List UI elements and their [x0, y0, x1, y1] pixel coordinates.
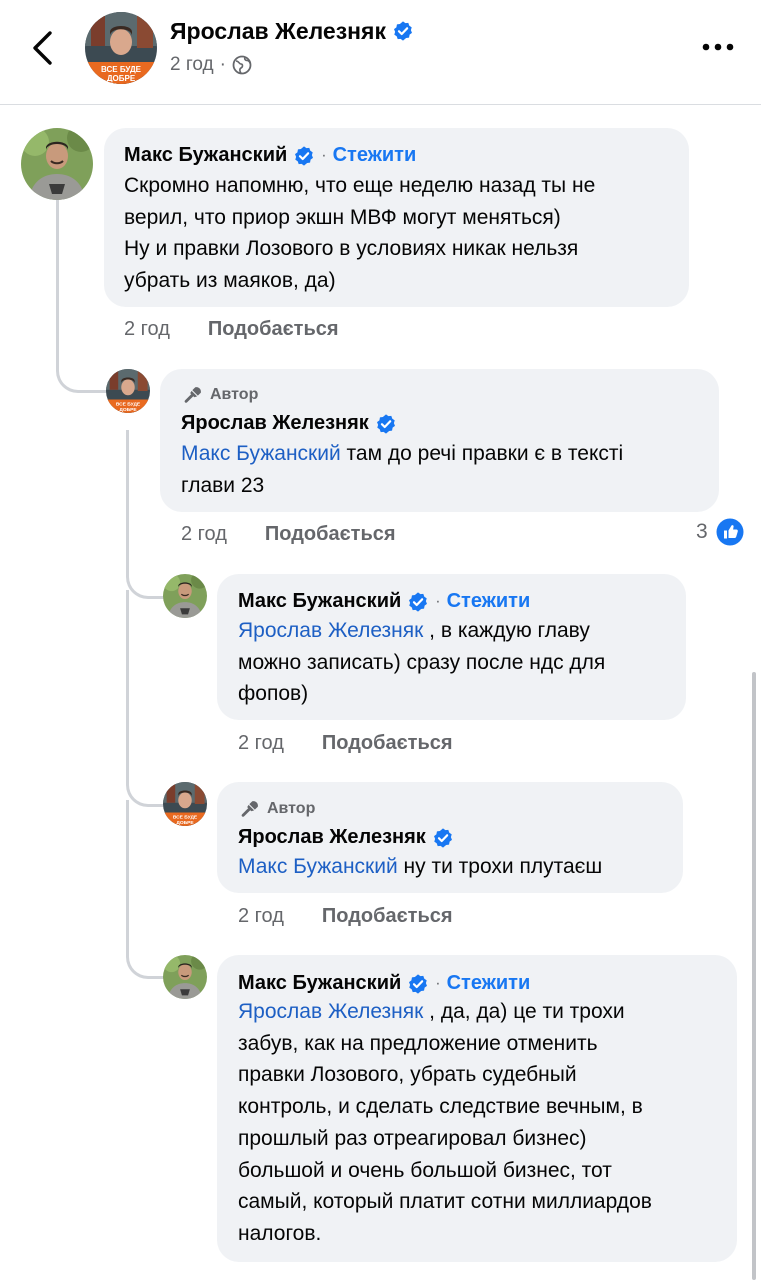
verified-badge-icon [293, 145, 315, 167]
post-time[interactable]: 2 год [170, 54, 214, 76]
comment-header: Макс Бужанский · Стежити [238, 590, 530, 613]
comment-line: верил, что приор экшн МВФ могут меняться… [124, 205, 561, 229]
header-divider [0, 104, 761, 105]
comment-line-rest: там до речі правки є в тексті [340, 442, 624, 465]
author-avatar[interactable] [85, 12, 157, 84]
mention-link[interactable]: Ярослав Железняк [238, 619, 423, 642]
separator-dot: · [321, 146, 327, 164]
microphone-icon [239, 798, 261, 820]
author-tag: Автор [182, 384, 258, 406]
like-reaction-icon [716, 518, 744, 546]
author-tag: Автор [239, 798, 315, 820]
back-arrow-icon[interactable] [28, 30, 56, 66]
comment-header: Макс Бужанский · Стежити [124, 144, 416, 167]
comment-line: контроль, и сделать следствие вечным, в [238, 1095, 643, 1119]
comment-line: Ну и правки Лозового в условиях никак не… [124, 237, 579, 261]
reaction-summary[interactable]: 3 [696, 518, 744, 546]
comment-text: Ярослав Железняк , в каждую главу можно … [238, 615, 605, 710]
post-author-label: Ярослав Железняк [170, 18, 386, 44]
commenter-name[interactable]: Макс Бужанский [124, 144, 287, 167]
comment-line: можно записать) сразу после ндс для [238, 650, 606, 674]
comment-actions: 2 год Подобається [124, 318, 339, 341]
comment-line: Макс Бужанский там до речі правки є в те… [181, 438, 623, 470]
comment-line-rest: ну ти трохи плутаєш [397, 855, 603, 878]
more-options-icon[interactable] [700, 40, 736, 54]
comment-line: Ярослав Железняк , да, да) це ти трохи [238, 996, 652, 1028]
comment-actions: 2 год Подобається [238, 732, 453, 755]
reaction-count: 3 [696, 520, 708, 543]
top-bar: Ярослав Железняк 2 год · [0, 0, 761, 104]
comment-text: Макс Бужанский ну ти трохи плутаєш [238, 851, 602, 883]
commenter-name[interactable]: Ярослав Железняк [238, 826, 426, 849]
mention-link[interactable]: Ярослав Железняк [238, 1000, 423, 1023]
follow-button[interactable]: Стежити [447, 590, 531, 613]
author-tag-label: Автор [210, 386, 259, 403]
verified-badge-icon [392, 20, 414, 42]
commenter-name[interactable]: Макс Бужанский [238, 972, 401, 995]
comment-line: фопов) [238, 682, 309, 706]
comment-time[interactable]: 2 год [238, 905, 284, 928]
comment-time[interactable]: 2 год [124, 318, 170, 341]
comment-text: Ярослав Железняк , да, да) це ти трохи з… [238, 996, 652, 1250]
meta-separator: · [219, 54, 226, 75]
comment-header: Макс Бужанский · Стежити [238, 972, 530, 995]
comment-line: убрать из маяков, да) [124, 269, 336, 293]
author-tag-label: Автор [267, 800, 316, 817]
globe-icon [232, 55, 252, 75]
comment-text: Скромно напомню, что еще неделю назад ты… [124, 170, 595, 297]
follow-button[interactable]: Стежити [333, 144, 417, 167]
thread-line [56, 200, 109, 393]
comment-actions: 2 год Подобається [238, 905, 453, 928]
scrollbar[interactable] [752, 672, 756, 1280]
thread-line [126, 590, 165, 807]
verified-badge-icon [407, 591, 429, 613]
post-meta: 2 год · [170, 54, 252, 76]
mention-link[interactable]: Макс Бужанский [238, 855, 398, 878]
comment-time[interactable]: 2 год [181, 523, 227, 546]
comment-line: правки Лозового, убрать судебный [238, 1063, 577, 1087]
comment-line: Макс Бужанский ну ти трохи плутаєш [238, 851, 602, 883]
comment-actions: 2 год Подобається [181, 523, 396, 546]
verified-badge-icon [407, 973, 429, 995]
follow-button[interactable]: Стежити [447, 972, 531, 995]
mention-link[interactable]: Макс Бужанский [181, 442, 341, 465]
like-button[interactable]: Подобається [265, 523, 396, 546]
commenter-name[interactable]: Ярослав Железняк [181, 412, 369, 435]
comment-line-rest: , в каждую главу [423, 619, 590, 642]
separator-dot: · [435, 592, 441, 610]
thread-line [126, 800, 165, 979]
comment-line: прошлый раз отреагировал бизнес) [238, 1126, 587, 1150]
like-button[interactable]: Подобається [208, 318, 339, 341]
comment-line: налогов. [238, 1221, 322, 1245]
comment-line: большой и очень большой бизнес, тот [238, 1158, 612, 1182]
comment-line-rest: , да, да) це ти трохи [423, 1000, 625, 1023]
commenter-avatar[interactable] [21, 128, 93, 200]
comment-header: Ярослав Железняк [181, 412, 397, 435]
post-author-name[interactable]: Ярослав Железняк [170, 18, 414, 45]
microphone-icon [182, 384, 204, 406]
comment-line: Скромно напомню, что еще неделю назад ты… [124, 174, 596, 197]
comment-header: Ярослав Железняк [238, 826, 454, 849]
comment-line: Ярослав Железняк , в каждую главу [238, 615, 605, 647]
comment-text: Макс Бужанский там до речі правки є в те… [181, 438, 623, 501]
like-button[interactable]: Подобається [322, 732, 453, 755]
comment-line: глави 23 [181, 473, 265, 497]
like-button[interactable]: Подобається [322, 905, 453, 928]
verified-badge-icon [432, 827, 454, 849]
author-avatar[interactable] [106, 369, 150, 413]
commenter-avatar[interactable] [163, 955, 207, 999]
commenter-name[interactable]: Макс Бужанский [238, 590, 401, 613]
comment-line: самый, который платит сотни миллиардов [238, 1190, 652, 1214]
separator-dot: · [435, 974, 441, 992]
author-avatar[interactable] [163, 782, 207, 826]
commenter-avatar[interactable] [163, 574, 207, 618]
verified-badge-icon [375, 413, 397, 435]
comment-time[interactable]: 2 год [238, 732, 284, 755]
comment-line: забув, как на предложение отменить [238, 1031, 598, 1055]
